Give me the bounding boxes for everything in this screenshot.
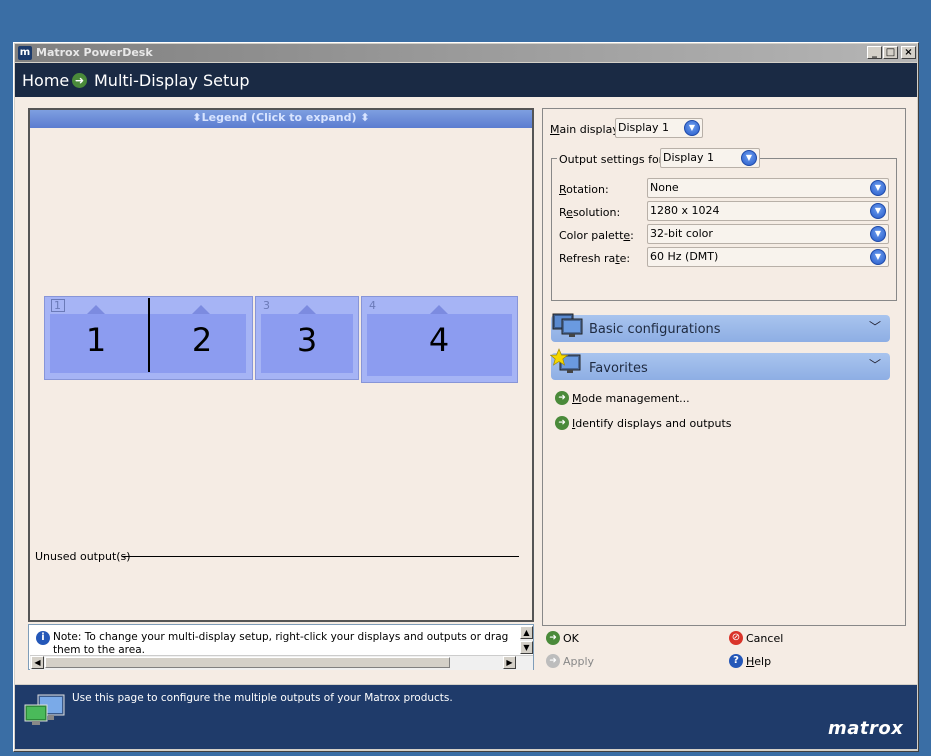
apply-arrow-icon[interactable]: ➜ — [546, 654, 560, 668]
ok-button[interactable]: OK — [563, 632, 579, 645]
main-display-label: Main display: — [550, 123, 622, 136]
display-1-label[interactable]: 1 — [76, 323, 116, 357]
display-1-top-marker — [87, 305, 105, 314]
display-4-top-marker — [430, 305, 448, 314]
maximize-button[interactable]: □ — [883, 46, 898, 59]
display-3-label[interactable]: 3 — [287, 323, 327, 357]
scroll-down-button[interactable]: ▼ — [520, 641, 533, 654]
legend-expander[interactable]: ⬍Legend (Click to expand) ⬍ — [30, 110, 532, 128]
close-button[interactable]: × — [901, 46, 916, 59]
display-2-top-marker — [192, 305, 210, 314]
main-display-dropdown-icon[interactable]: ▼ — [684, 120, 700, 136]
scroll-right-button[interactable]: ▶ — [503, 656, 516, 669]
chevron-down-icon[interactable]: ﹀ — [869, 320, 881, 334]
horizontal-scroll-thumb[interactable] — [45, 657, 450, 668]
scroll-left-button[interactable]: ◀ — [31, 656, 44, 669]
refresh-rate-dropdown-icon[interactable]: ▼ — [870, 249, 886, 265]
color-palette-label: Color palette: — [559, 229, 634, 242]
refresh-rate-select[interactable]: 60 Hz (DMT) — [647, 247, 889, 267]
scroll-up-button[interactable]: ▲ — [520, 626, 533, 639]
cancel-icon[interactable]: ⊘ — [729, 631, 743, 645]
cancel-button[interactable]: Cancel — [746, 632, 783, 645]
display-4-label[interactable]: 4 — [419, 323, 459, 357]
monitors-icon — [552, 312, 584, 338]
matrox-logo: matrox — [828, 718, 904, 739]
page-title: Multi-Display Setup — [94, 71, 250, 90]
rotation-dropdown-icon[interactable]: ▼ — [870, 180, 886, 196]
rotation-select[interactable]: None — [647, 178, 889, 198]
unused-outputs-divider — [122, 556, 519, 557]
note-text: Note: To change your multi-display setup… — [53, 631, 509, 656]
breadcrumb-arrow-icon: ➜ — [72, 73, 87, 88]
footer-description: Use this page to configure the multiple … — [72, 692, 453, 704]
window-title: Matrox PowerDesk — [36, 46, 153, 59]
display-3-small-label: 3 — [263, 299, 270, 312]
mode-management-arrow-icon: ➜ — [555, 391, 569, 405]
minimize-button[interactable]: _ — [867, 46, 882, 59]
identify-displays-arrow-icon: ➜ — [555, 416, 569, 430]
star-monitor-icon — [549, 348, 584, 378]
favorites-title: Favorites — [589, 361, 648, 376]
apply-button[interactable]: Apply — [563, 655, 594, 668]
matrox-app-icon: m — [18, 46, 32, 60]
breadcrumb-home-link[interactable]: Home — [22, 72, 69, 90]
display-4-small-label: 4 — [369, 299, 376, 312]
display-setup-icon — [24, 693, 68, 729]
chevron-down-icon[interactable]: ﹀ — [869, 358, 881, 372]
unused-outputs-label: Unused output(s) — [35, 550, 131, 563]
info-icon: i — [36, 631, 50, 645]
mode-management-link[interactable]: Mode management... — [572, 392, 690, 405]
display-1-small-label: 1 — [54, 299, 61, 312]
refresh-rate-label: Refresh rate: — [559, 252, 631, 265]
resolution-select[interactable]: 1280 x 1024 — [647, 201, 889, 221]
resolution-dropdown-icon[interactable]: ▼ — [870, 203, 886, 219]
resolution-label: Resolution: — [559, 206, 621, 219]
output-settings-dropdown-icon[interactable]: ▼ — [741, 150, 757, 166]
output-settings-label: Output settings for: — [557, 153, 669, 166]
basic-configurations-title: Basic configurations — [589, 322, 721, 337]
display-2-label[interactable]: 2 — [182, 323, 222, 357]
rotation-label: Rotation: — [559, 183, 609, 196]
color-palette-select[interactable]: 32-bit color — [647, 224, 889, 244]
help-icon[interactable]: ? — [729, 654, 743, 668]
display-divider — [148, 298, 150, 372]
display-3-top-marker — [298, 305, 316, 314]
identify-displays-link[interactable]: Identify displays and outputs — [572, 417, 732, 430]
help-button[interactable]: Help — [746, 655, 771, 668]
ok-arrow-icon[interactable]: ➜ — [546, 631, 560, 645]
color-palette-dropdown-icon[interactable]: ▼ — [870, 226, 886, 242]
